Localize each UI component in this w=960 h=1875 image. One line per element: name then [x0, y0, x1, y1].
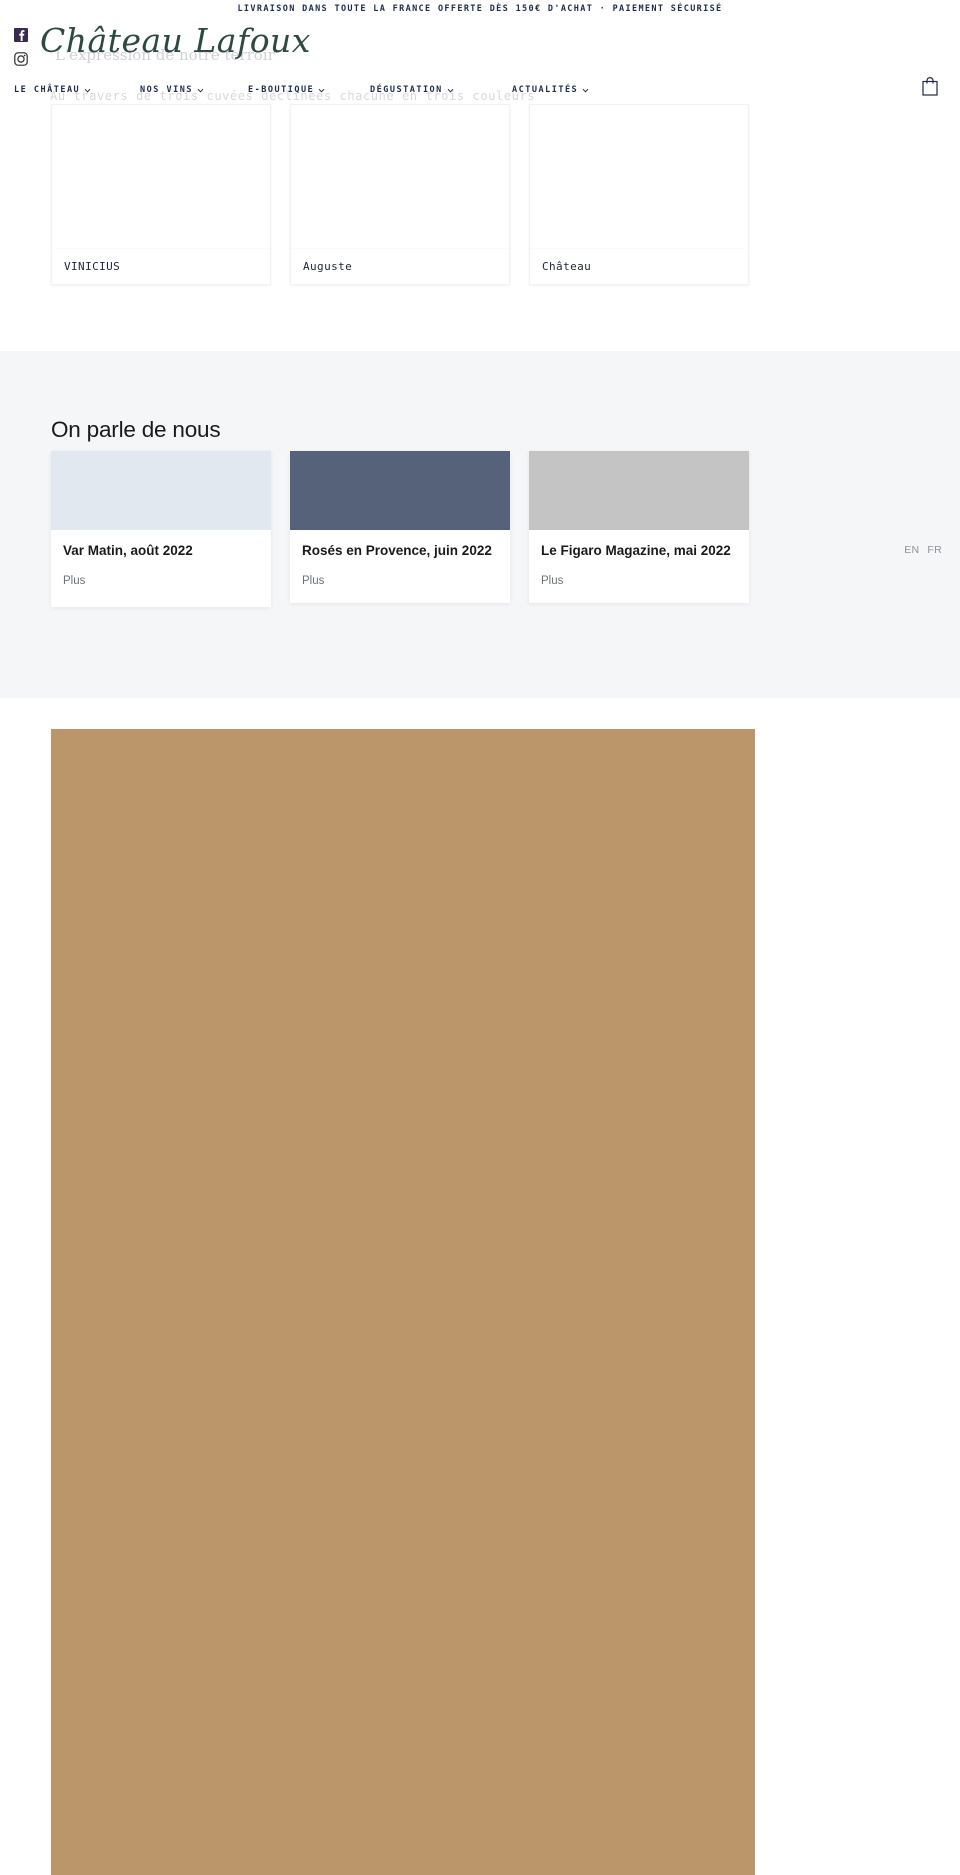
chevron-down-icon [84, 87, 91, 94]
press-card-image [51, 451, 271, 530]
nav-item-label: NOS VINS [140, 85, 193, 95]
language-switcher: EN FR [904, 544, 942, 556]
press-card-body: Le Figaro Magazine, mai 2022 Plus [529, 530, 749, 603]
cuvee-image [52, 105, 270, 248]
chevron-down-icon [447, 87, 454, 94]
press-more-link[interactable]: Plus [63, 575, 85, 587]
nav-item-label: E-BOUTIQUE [248, 85, 315, 95]
page-root: LIVRAISON DANS TOUTE LA FRANCE OFFERTE D… [0, 0, 960, 1875]
press-section: On parle de nous Var Matin, août 2022 Pl… [0, 351, 960, 698]
brand-name: Château Lafoux [40, 21, 311, 60]
nav-item-label: ACTUALITÉS [512, 85, 579, 95]
cuvee-card-chateau[interactable]: Château [529, 104, 749, 285]
chevron-down-icon [318, 87, 325, 94]
chevron-down-icon [582, 87, 589, 94]
chevron-down-icon [197, 87, 204, 94]
press-card-le-figaro-magazine[interactable]: Le Figaro Magazine, mai 2022 Plus [529, 451, 749, 603]
instagram-icon[interactable] [14, 52, 28, 66]
press-card-row: Var Matin, août 2022 Plus Rosés en Prove… [51, 451, 911, 607]
press-card-title: Var Matin, août 2022 [63, 543, 193, 558]
nav-item-e-boutique[interactable]: E-BOUTIQUE [248, 85, 325, 95]
nav-item-nos-vins[interactable]: NOS VINS [140, 85, 204, 95]
cuvee-label: VINICIUS [52, 248, 270, 284]
nav-item-le-chateau[interactable]: LE CHÂTEAU [14, 85, 91, 95]
press-card-image [290, 451, 510, 530]
press-card-image [529, 451, 749, 530]
press-card-var-matin[interactable]: Var Matin, août 2022 Plus [51, 451, 271, 607]
nav-item-degustation[interactable]: DÉGUSTATION [370, 85, 454, 95]
cuvee-image [530, 105, 748, 248]
press-card-title: Le Figaro Magazine, mai 2022 [541, 543, 731, 558]
shopping-bag-icon[interactable] [922, 76, 938, 96]
social-rail [14, 28, 28, 66]
cuvee-card-row: VINICIUS Auguste Château [51, 104, 911, 285]
cuvee-image [291, 105, 509, 248]
press-card-roses-en-provence[interactable]: Rosés en Provence, juin 2022 Plus [290, 451, 510, 603]
press-card-body: Var Matin, août 2022 Plus [51, 530, 271, 607]
press-section-title: On parle de nous [51, 417, 221, 442]
language-option-en[interactable]: EN [904, 544, 919, 556]
facebook-icon[interactable] [14, 28, 28, 42]
nav-item-label: LE CHÂTEAU [14, 85, 81, 95]
announcement-text: LIVRAISON DANS TOUTE LA FRANCE OFFERTE D… [237, 4, 723, 14]
press-card-body: Rosés en Provence, juin 2022 Plus [290, 530, 510, 603]
brand-logo[interactable]: Château Lafoux [40, 21, 311, 60]
language-option-fr[interactable]: FR [927, 544, 942, 556]
press-more-link[interactable]: Plus [541, 575, 563, 587]
cuvee-card-vinicius[interactable]: VINICIUS [51, 104, 271, 285]
nav-item-label: DÉGUSTATION [370, 85, 443, 95]
cuvee-label: Auguste [291, 248, 509, 284]
announcement-bar: LIVRAISON DANS TOUTE LA FRANCE OFFERTE D… [0, 0, 960, 18]
main-navigation: LE CHÂTEAU NOS VINS E-BOUTIQUE DÉGUSTATI… [0, 82, 960, 98]
nav-item-actualites[interactable]: ACTUALITÉS [512, 85, 589, 95]
bottom-banner-image [51, 729, 755, 1875]
cuvee-card-auguste[interactable]: Auguste [290, 104, 510, 285]
press-more-link[interactable]: Plus [302, 575, 324, 587]
press-card-title: Rosés en Provence, juin 2022 [302, 543, 492, 558]
cuvee-label: Château [530, 248, 748, 284]
